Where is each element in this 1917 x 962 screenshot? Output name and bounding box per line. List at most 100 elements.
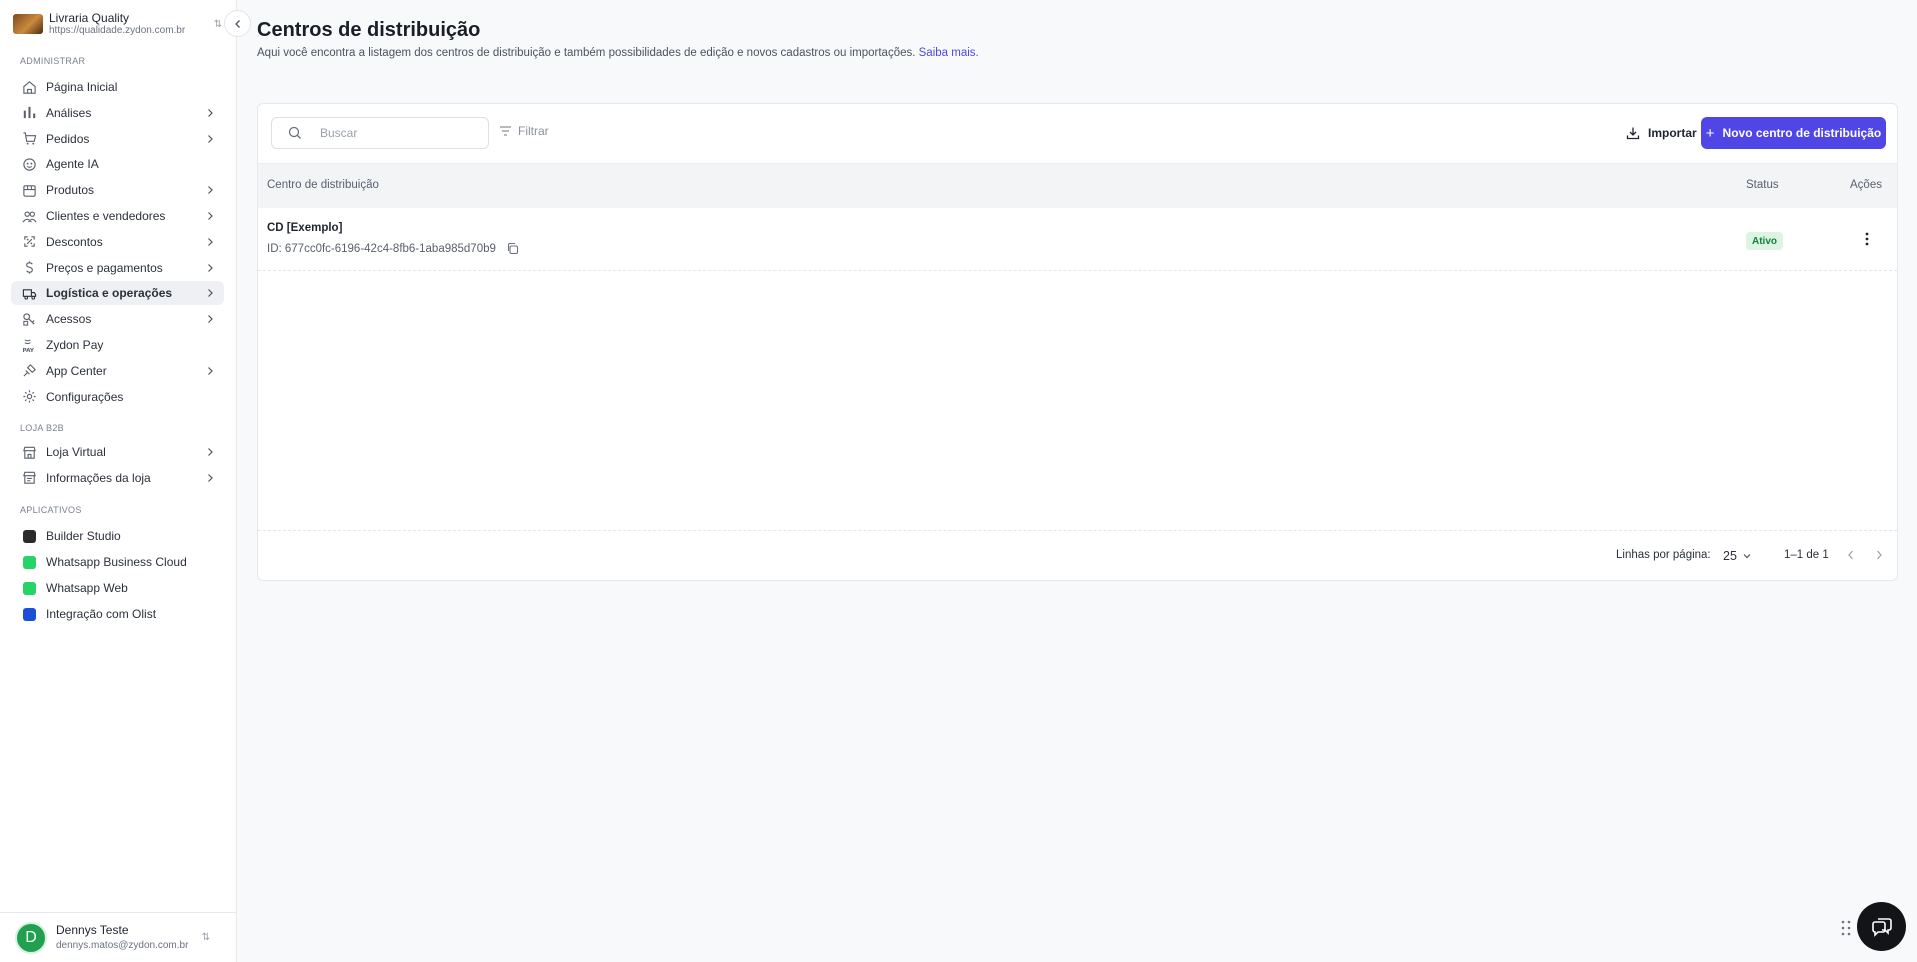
store-logo (13, 14, 43, 34)
app-center-icon (21, 363, 37, 379)
chevron-right-icon (208, 315, 213, 324)
access-icon (21, 311, 37, 327)
chevron-right-icon (208, 366, 213, 375)
sidebar-item-label: Preços e pagamentos (46, 260, 163, 275)
sidebar-item-precos-e-pagamentos[interactable]: Preços e pagamentos (11, 256, 224, 280)
search-input[interactable] (320, 126, 460, 140)
copy-icon[interactable] (506, 242, 519, 255)
sidebar-item-loja-virtual[interactable]: Loja Virtual (11, 440, 224, 464)
sidebar-item-label: Análises (46, 105, 92, 120)
page-subtitle: Aqui você encontra a listagem dos centro… (257, 47, 979, 59)
next-page-button[interactable] (1874, 549, 1884, 561)
import-button[interactable]: Importar (1620, 117, 1703, 149)
chevron-right-icon (208, 134, 213, 143)
app-item-whatsapp-web[interactable]: Whatsapp Web (11, 576, 224, 600)
sidebar-item-label: Loja Virtual (46, 445, 106, 459)
ai-agent-icon (21, 156, 37, 172)
store-icon (21, 444, 37, 460)
sidebar-item-app-center[interactable]: App Center (11, 359, 224, 383)
rows-per-page-select[interactable]: 25 (1723, 549, 1752, 563)
store-switcher[interactable]: Livraria Quality https://qualidade.zydon… (13, 9, 223, 39)
user-name: Dennys Teste (56, 923, 129, 938)
new-distribution-center-button[interactable]: + Novo centro de distribuição (1701, 117, 1886, 149)
users-icon (21, 208, 37, 224)
sidebar-item-pagina-inicial[interactable]: Página Inicial (11, 75, 224, 99)
learn-more-link[interactable]: Saiba mais. (919, 47, 979, 59)
sidebar-item-label: Página Inicial (46, 80, 118, 94)
sidebar-item-descontos[interactable]: Descontos (11, 230, 224, 254)
sidebar-item-produtos[interactable]: Produtos (11, 178, 224, 202)
sidebar-item-configuracoes[interactable]: Configurações (11, 385, 224, 409)
app-item-integracao-com-olist[interactable]: Integração com Olist (11, 602, 224, 626)
svg-text:PAY: PAY (22, 348, 34, 353)
package-icon (21, 182, 37, 198)
section-label-admin: ADMINISTRAR (20, 56, 86, 66)
chat-support-button[interactable] (1857, 902, 1906, 951)
chevron-left-icon (1848, 550, 1853, 560)
status-badge: Ativo (1746, 232, 1783, 250)
store-name: Livraria Quality (49, 10, 130, 25)
sidebar-item-label: Produtos (46, 183, 95, 198)
app-logo-icon (21, 606, 37, 622)
truck-icon (21, 285, 37, 301)
distribution-centers-card: Filtrar Importar + Novo centro de distri… (257, 103, 1898, 581)
sidebar-item-label: Clientes e vendedores (46, 209, 166, 223)
filter-button[interactable]: Filtrar (499, 124, 549, 138)
swap-icon: ⇅ (201, 932, 211, 943)
dollar-icon (21, 260, 37, 276)
chevron-right-icon (208, 263, 213, 272)
discount-icon (21, 234, 37, 250)
sidebar-item-agente-ia[interactable]: Agente IA (11, 152, 224, 176)
app-logo-icon (21, 554, 37, 570)
sidebar-item-informacoes-da-loja[interactable]: Informações da loja (11, 466, 224, 490)
collapse-sidebar-button[interactable] (224, 10, 251, 37)
plus-icon: + (1705, 124, 1715, 142)
column-header-name: Centro de distribuição (267, 179, 379, 191)
app-item-label: Integração com Olist (46, 607, 157, 621)
app-logo-icon (21, 580, 37, 596)
chevron-left-icon (234, 19, 240, 28)
chevron-right-icon (1877, 550, 1882, 560)
pagination-range: 1–1 de 1 (1784, 549, 1829, 561)
chevron-right-icon (208, 448, 213, 456)
column-header-actions: Ações (1850, 179, 1882, 191)
filter-icon (500, 126, 511, 136)
table-header: Centro de distribuição Status Ações (258, 163, 1897, 208)
sidebar-item-logistica-e-operacoes[interactable]: Logística e operações (11, 281, 224, 306)
cart-icon (21, 131, 37, 147)
sidebar: Livraria Quality https://qualidade.zydon… (0, 0, 237, 962)
user-email: dennys.matos@zydon.com.br (56, 939, 189, 951)
column-header-status: Status (1746, 179, 1779, 191)
sidebar-item-pedidos[interactable]: Pedidos (11, 127, 224, 151)
table-row[interactable]: CD [Exemplo] ID: 677cc0fc-6196-42c4-8fb6… (258, 208, 1897, 271)
sidebar-item-zydon-pay[interactable]: PAY Zydon Pay (11, 333, 224, 357)
previous-page-button[interactable] (1846, 549, 1856, 561)
sidebar-item-label: App Center (46, 363, 107, 378)
distribution-center-name: CD [Exemplo] (267, 222, 343, 234)
search-box[interactable] (271, 117, 489, 149)
distribution-center-id: ID: 677cc0fc-6196-42c4-8fb6-1aba985d70b9 (267, 242, 519, 255)
section-label-apps: APLICATIVOS (20, 505, 82, 515)
home-icon (21, 79, 37, 95)
drag-handle-icon[interactable] (1841, 920, 1851, 939)
sidebar-item-analises[interactable]: Análises (11, 101, 224, 125)
app-item-whatsapp-business-cloud[interactable]: Whatsapp Business Cloud (11, 550, 224, 574)
sidebar-item-clientes-e-vendedores[interactable]: Clientes e vendedores (11, 204, 224, 228)
chevron-right-icon (208, 473, 213, 482)
table-footer-divider (258, 530, 1897, 531)
user-menu[interactable]: D Dennys Teste dennys.matos@zydon.com.br… (0, 912, 237, 962)
sidebar-item-acessos[interactable]: Acessos (11, 307, 224, 331)
sidebar-item-label: Logística e operações (46, 286, 173, 301)
chevron-right-icon (208, 237, 213, 246)
bar-chart-icon (21, 105, 37, 121)
chevron-right-icon (208, 212, 213, 220)
app-logo-icon (21, 528, 37, 544)
section-label-b2b: LOJA B2B (20, 423, 64, 433)
store-url: https://qualidade.zydon.com.br (49, 25, 186, 37)
more-vertical-icon (1865, 232, 1869, 246)
sidebar-item-label: Configurações (46, 389, 124, 404)
app-item-builder-studio[interactable]: Builder Studio (11, 524, 224, 548)
row-actions-button[interactable] (1856, 228, 1878, 250)
search-icon (288, 126, 301, 139)
rows-per-page-label: Linhas por página: (1616, 549, 1711, 561)
